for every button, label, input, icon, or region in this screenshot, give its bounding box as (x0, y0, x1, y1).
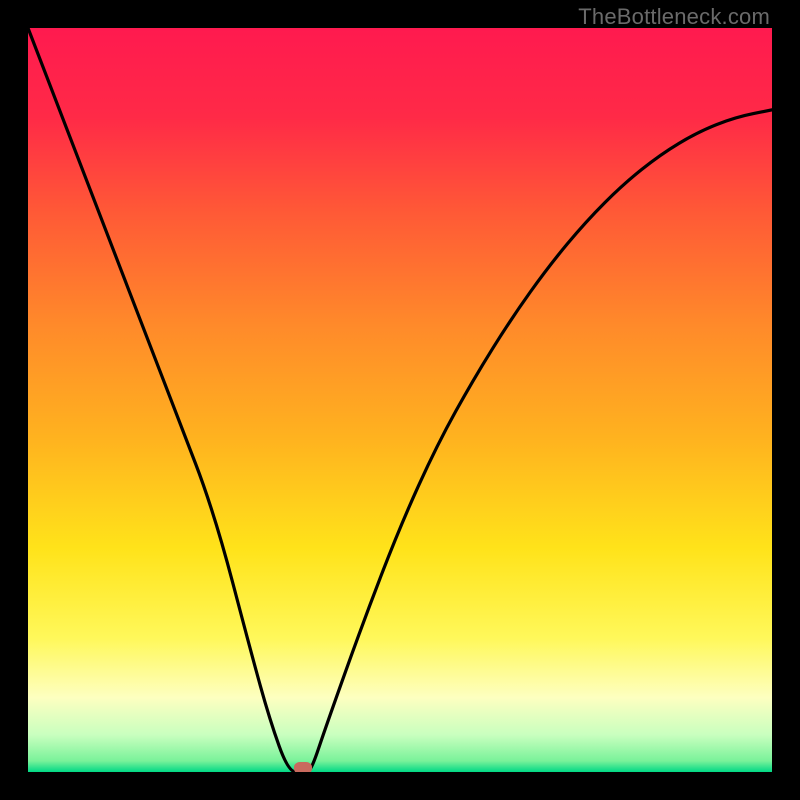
watermark-text: TheBottleneck.com (578, 4, 770, 30)
bottleneck-curve (28, 28, 772, 772)
plot-area (28, 28, 772, 772)
chart-frame: TheBottleneck.com (0, 0, 800, 800)
optimal-point-marker (294, 762, 312, 772)
